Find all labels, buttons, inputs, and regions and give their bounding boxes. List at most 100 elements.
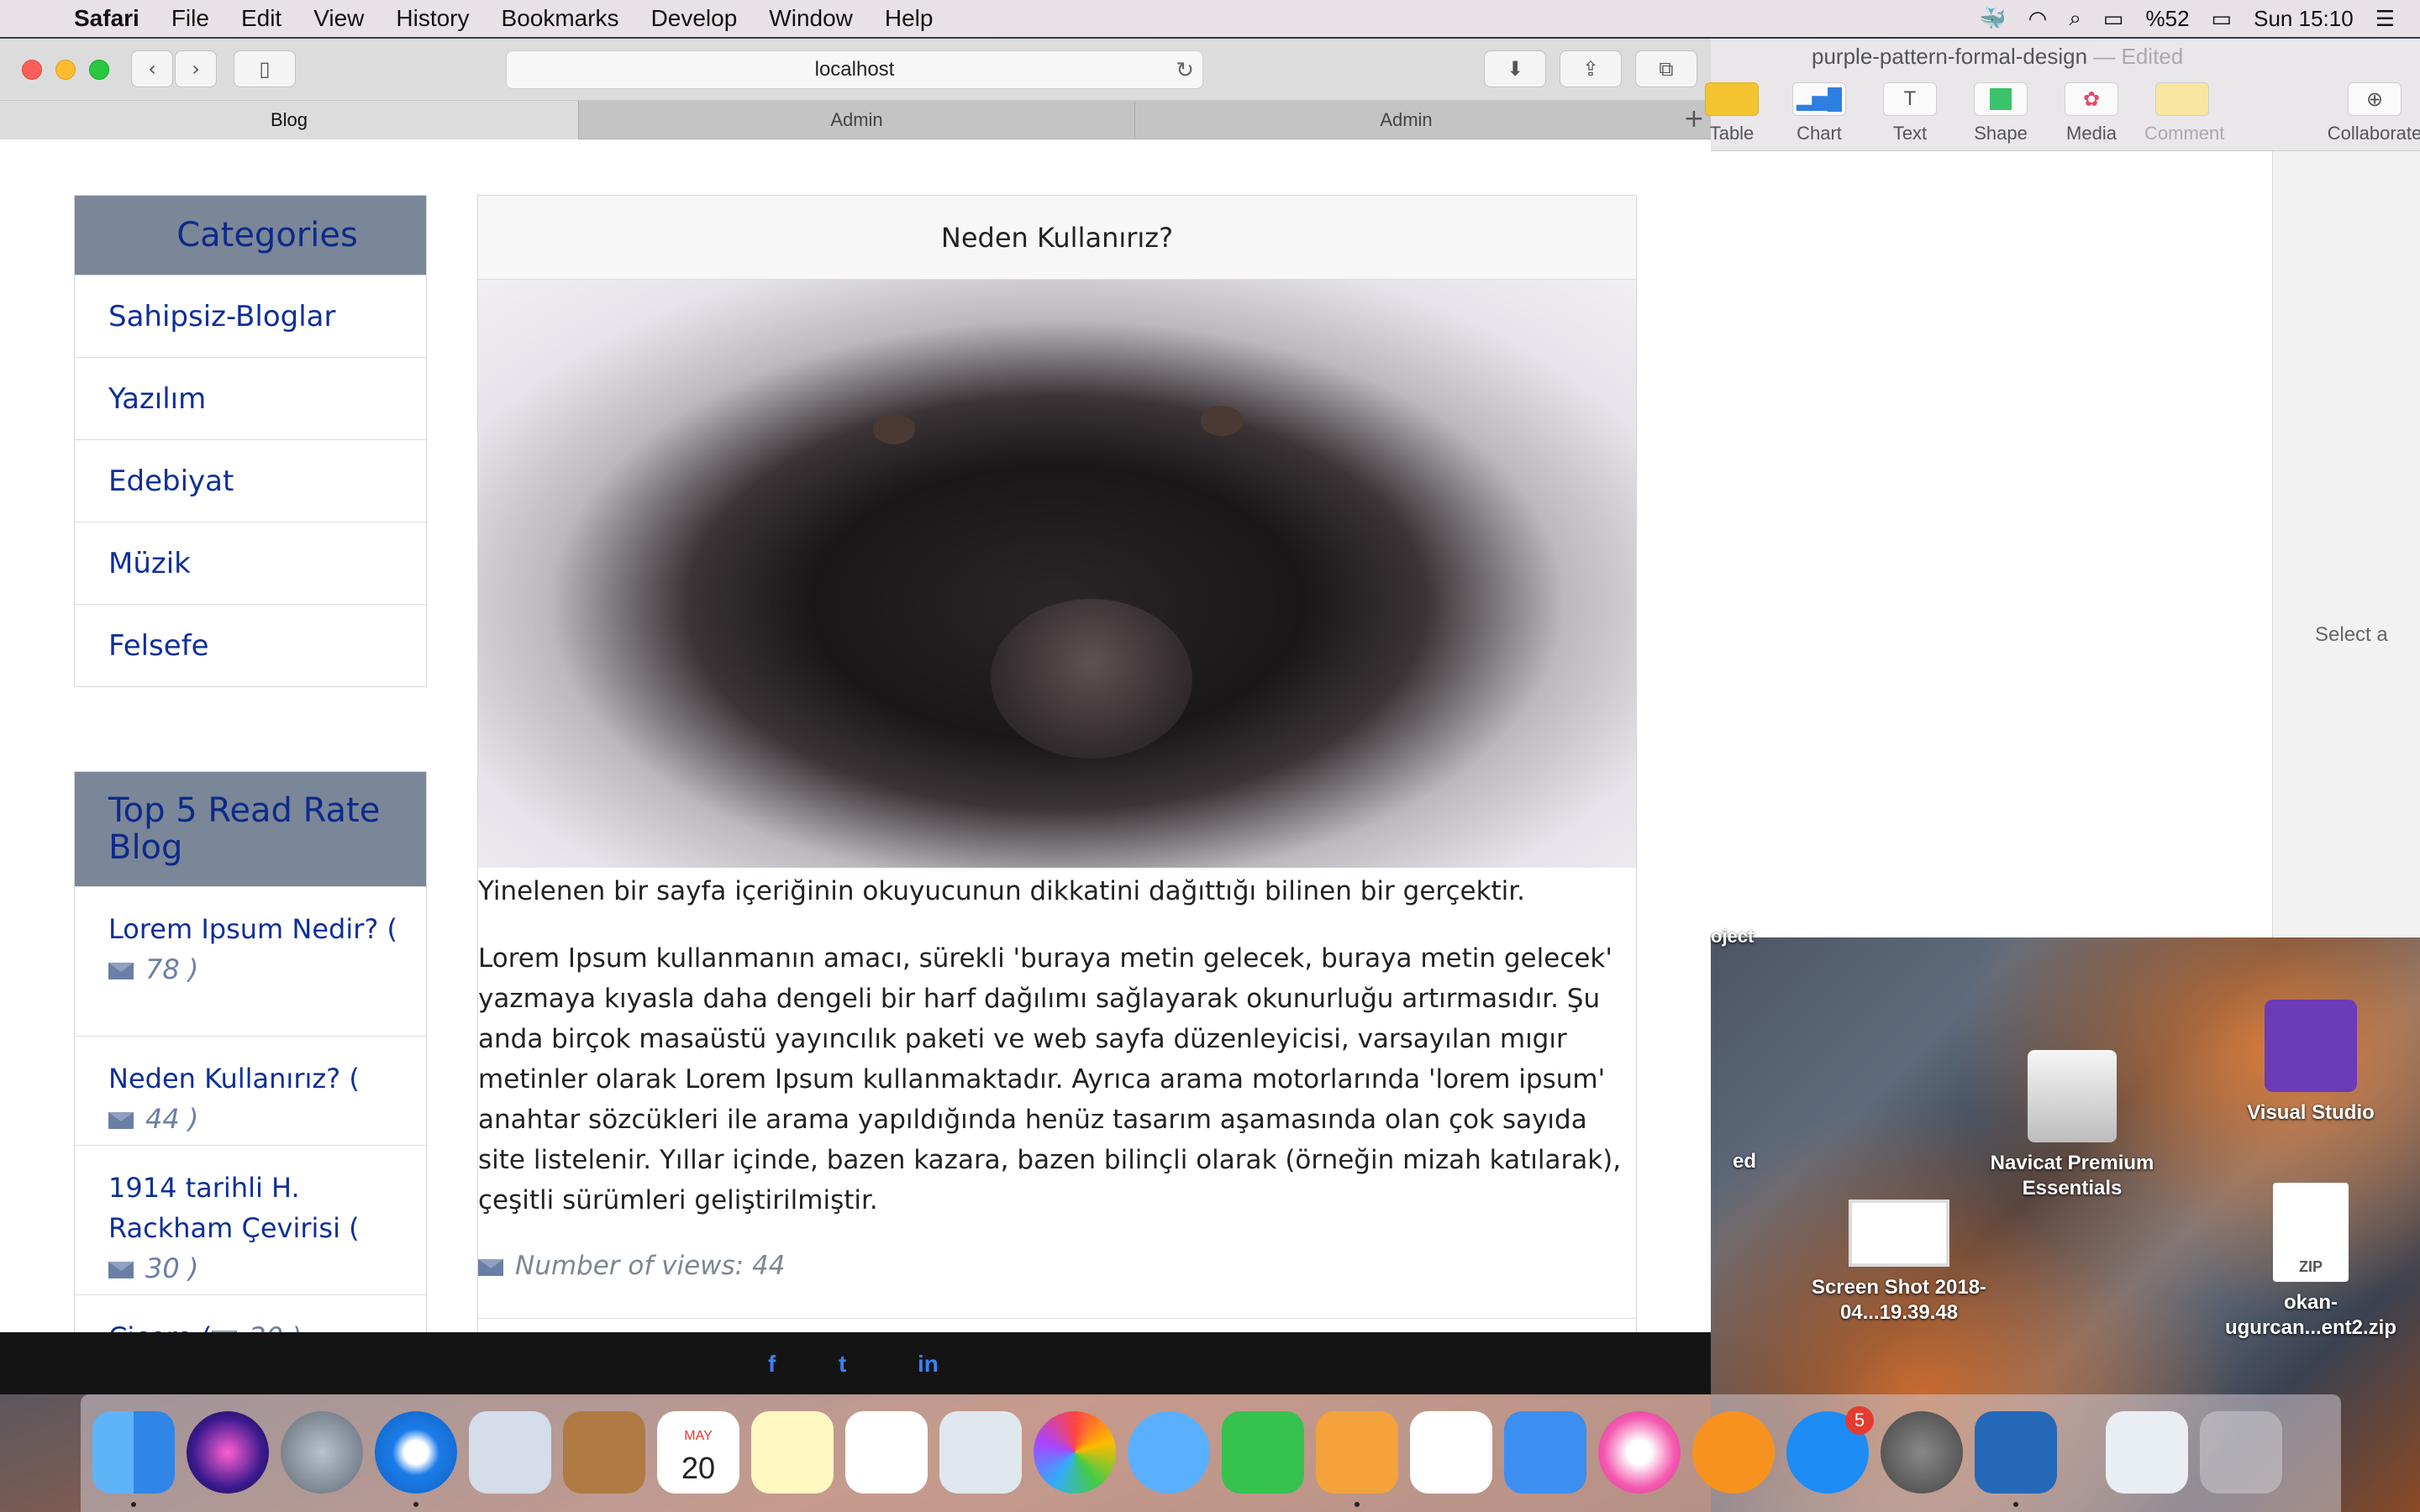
keynote-icon[interactable] — [1504, 1411, 1586, 1494]
docker-icon[interactable]: 🐳 — [1979, 6, 2006, 32]
twitter-icon[interactable]: t — [839, 1351, 846, 1378]
menu-help[interactable]: Help — [885, 5, 934, 32]
back-button[interactable]: ‹ — [131, 50, 173, 87]
siri-icon[interactable] — [187, 1411, 269, 1494]
reload-icon[interactable]: ↻ — [1176, 51, 1194, 88]
mail-icon[interactable] — [469, 1411, 551, 1494]
ibooks-icon[interactable] — [1692, 1411, 1775, 1494]
top-read-title[interactable]: 1914 tarihli H. Rackham Çevirisi ( — [108, 1172, 360, 1244]
category-link[interactable]: Edebiyat — [75, 439, 426, 522]
desktop-icon-zip[interactable]: ZIP okan-ugurcan...ent2.zip — [2210, 1183, 2412, 1341]
tab-admin-2[interactable]: Admin — [1134, 101, 1677, 139]
clock[interactable]: Sun 15:10 — [2254, 6, 2354, 32]
desktop-icon-navicat[interactable]: Navicat Premium Essentials — [1971, 1050, 2173, 1201]
shape-tool[interactable]: Shape — [1963, 82, 2039, 144]
menu-bookmarks[interactable]: Bookmarks — [502, 5, 619, 32]
maps-icon[interactable] — [939, 1411, 1022, 1494]
battery-icon[interactable]: ▭ — [2212, 6, 2233, 32]
collaborate-tool[interactable]: ⊕ Collaborate — [2316, 82, 2420, 144]
category-link[interactable]: Felsefe — [75, 604, 426, 686]
top-read-item[interactable]: 1914 tarihli H. Rackham Çevirisi ( 30 ) — [75, 1145, 426, 1294]
tab-admin-1[interactable]: Admin — [578, 101, 1134, 139]
vscode-icon[interactable] — [1975, 1411, 2057, 1494]
close-window-button[interactable] — [22, 60, 42, 80]
top-read-item[interactable]: Lorem Ipsum Nedir? ( 78 ) — [75, 886, 426, 1036]
desktop-icon-partial-top[interactable]: oject — [1711, 924, 1786, 949]
running-indicator — [413, 1502, 418, 1507]
categories-card: Categories Sahipsiz-Bloglar Yazılım Edeb… — [74, 195, 427, 687]
top-read-title[interactable]: Çiçero ( — [108, 1321, 212, 1332]
notification-center-icon[interactable]: ☰ — [2375, 6, 2395, 32]
comment-tool[interactable]: Comment — [2144, 82, 2224, 144]
desktop-icon-screenshot[interactable]: Screen Shot 2018-04...19.39.48 — [1798, 1200, 2000, 1326]
envelope-icon — [108, 1262, 134, 1278]
messages-icon[interactable] — [1128, 1411, 1210, 1494]
finder-icon[interactable] — [92, 1411, 175, 1494]
trash-icon[interactable] — [2200, 1411, 2282, 1494]
notes-icon[interactable] — [751, 1411, 834, 1494]
category-link[interactable]: Sahipsiz-Bloglar — [75, 275, 426, 357]
menu-window[interactable]: Window — [769, 5, 853, 32]
tab-blog[interactable]: Blog — [0, 101, 578, 139]
paren: ) — [187, 1103, 199, 1135]
chart-tool[interactable]: ▂▅█ Chart — [1781, 82, 1857, 144]
media-tool[interactable]: ✿ Media — [2054, 82, 2129, 144]
category-link[interactable]: Müzik — [75, 522, 426, 604]
top-read-card: Top 5 Read Rate Blog Lorem Ipsum Nedir? … — [74, 771, 427, 1332]
numbers-icon[interactable] — [1410, 1411, 1492, 1494]
photos-icon[interactable] — [1034, 1411, 1116, 1494]
tab-bar: Blog Admin Admin + — [0, 101, 1711, 139]
share-button[interactable]: ⇪ — [1560, 50, 1622, 87]
menu-history[interactable]: History — [396, 5, 469, 32]
calendar-icon[interactable]: MAY 20 — [657, 1411, 739, 1494]
downloads-button[interactable]: ⬇ — [1484, 50, 1546, 87]
system-preferences-icon[interactable] — [1881, 1411, 1963, 1494]
sidebar-toggle-button[interactable]: ▯ — [234, 50, 296, 87]
wifi-icon[interactable]: ◠ — [2028, 6, 2048, 32]
desktop-icon-partial[interactable]: ed — [1622, 1149, 1756, 1174]
tool-label: Table — [1709, 123, 1754, 144]
spotlight-search-icon[interactable]: ⌕ — [2069, 5, 2081, 32]
dog-nose — [991, 599, 1192, 759]
top-read-item[interactable]: Neden Kullanırız? ( 44 ) — [75, 1036, 426, 1145]
minimize-window-button[interactable] — [55, 60, 76, 80]
facebook-icon[interactable]: f — [768, 1351, 776, 1378]
collaborate-icon: ⊕ — [2348, 82, 2402, 116]
forward-button[interactable]: › — [175, 50, 217, 87]
sidebar-hint: Select a — [2315, 623, 2388, 646]
linkedin-icon[interactable]: in — [918, 1351, 939, 1378]
envelope-icon — [478, 1258, 503, 1276]
battery-percent[interactable]: %52 — [2146, 6, 2190, 32]
safari-icon[interactable] — [375, 1411, 457, 1494]
top-read-title[interactable]: Lorem Ipsum Nedir? ( — [108, 913, 397, 945]
top-read-item[interactable]: Çiçero (20 ) — [75, 1294, 426, 1332]
menu-view[interactable]: View — [313, 5, 364, 32]
table-tool[interactable]: Table — [1694, 82, 1770, 144]
pages-icon[interactable] — [1316, 1411, 1398, 1494]
shape-icon — [1974, 82, 2028, 116]
text-tool[interactable]: T Text — [1872, 82, 1948, 144]
comment-icon — [2155, 82, 2209, 116]
screenshot-thumbnail-icon — [1849, 1200, 1949, 1267]
airplay-icon[interactable]: ▭ — [2103, 6, 2124, 32]
menu-develop[interactable]: Develop — [651, 5, 738, 32]
address-bar[interactable]: localhost ↻ — [506, 50, 1203, 89]
doc-title: purple-pattern-formal-design — [1812, 44, 2088, 69]
top-read-title[interactable]: Neden Kullanırız? ( — [108, 1063, 360, 1095]
facetime-icon[interactable] — [1222, 1411, 1304, 1494]
menu-app-name[interactable]: Safari — [74, 5, 139, 32]
bar-chart-icon: ▂▅█ — [1792, 82, 1846, 116]
menu-file[interactable]: File — [171, 5, 209, 32]
pages-window: purple-pattern-formal-design — Edited Ta… — [1705, 39, 2420, 937]
app-store-icon[interactable]: 5 — [1786, 1406, 1874, 1494]
launchpad-icon[interactable] — [281, 1411, 363, 1494]
desktop-icon-visual-studio[interactable]: Visual Studio — [2210, 1000, 2412, 1126]
menu-edit[interactable]: Edit — [241, 5, 281, 32]
documents-stack-icon[interactable] — [2106, 1411, 2188, 1494]
reminders-icon[interactable] — [845, 1411, 928, 1494]
tabs-overview-button[interactable]: ⧉ — [1635, 50, 1697, 87]
contacts-icon[interactable] — [563, 1411, 645, 1494]
category-link[interactable]: Yazılım — [75, 357, 426, 439]
zoom-window-button[interactable] — [89, 60, 109, 80]
itunes-icon[interactable] — [1598, 1411, 1681, 1494]
